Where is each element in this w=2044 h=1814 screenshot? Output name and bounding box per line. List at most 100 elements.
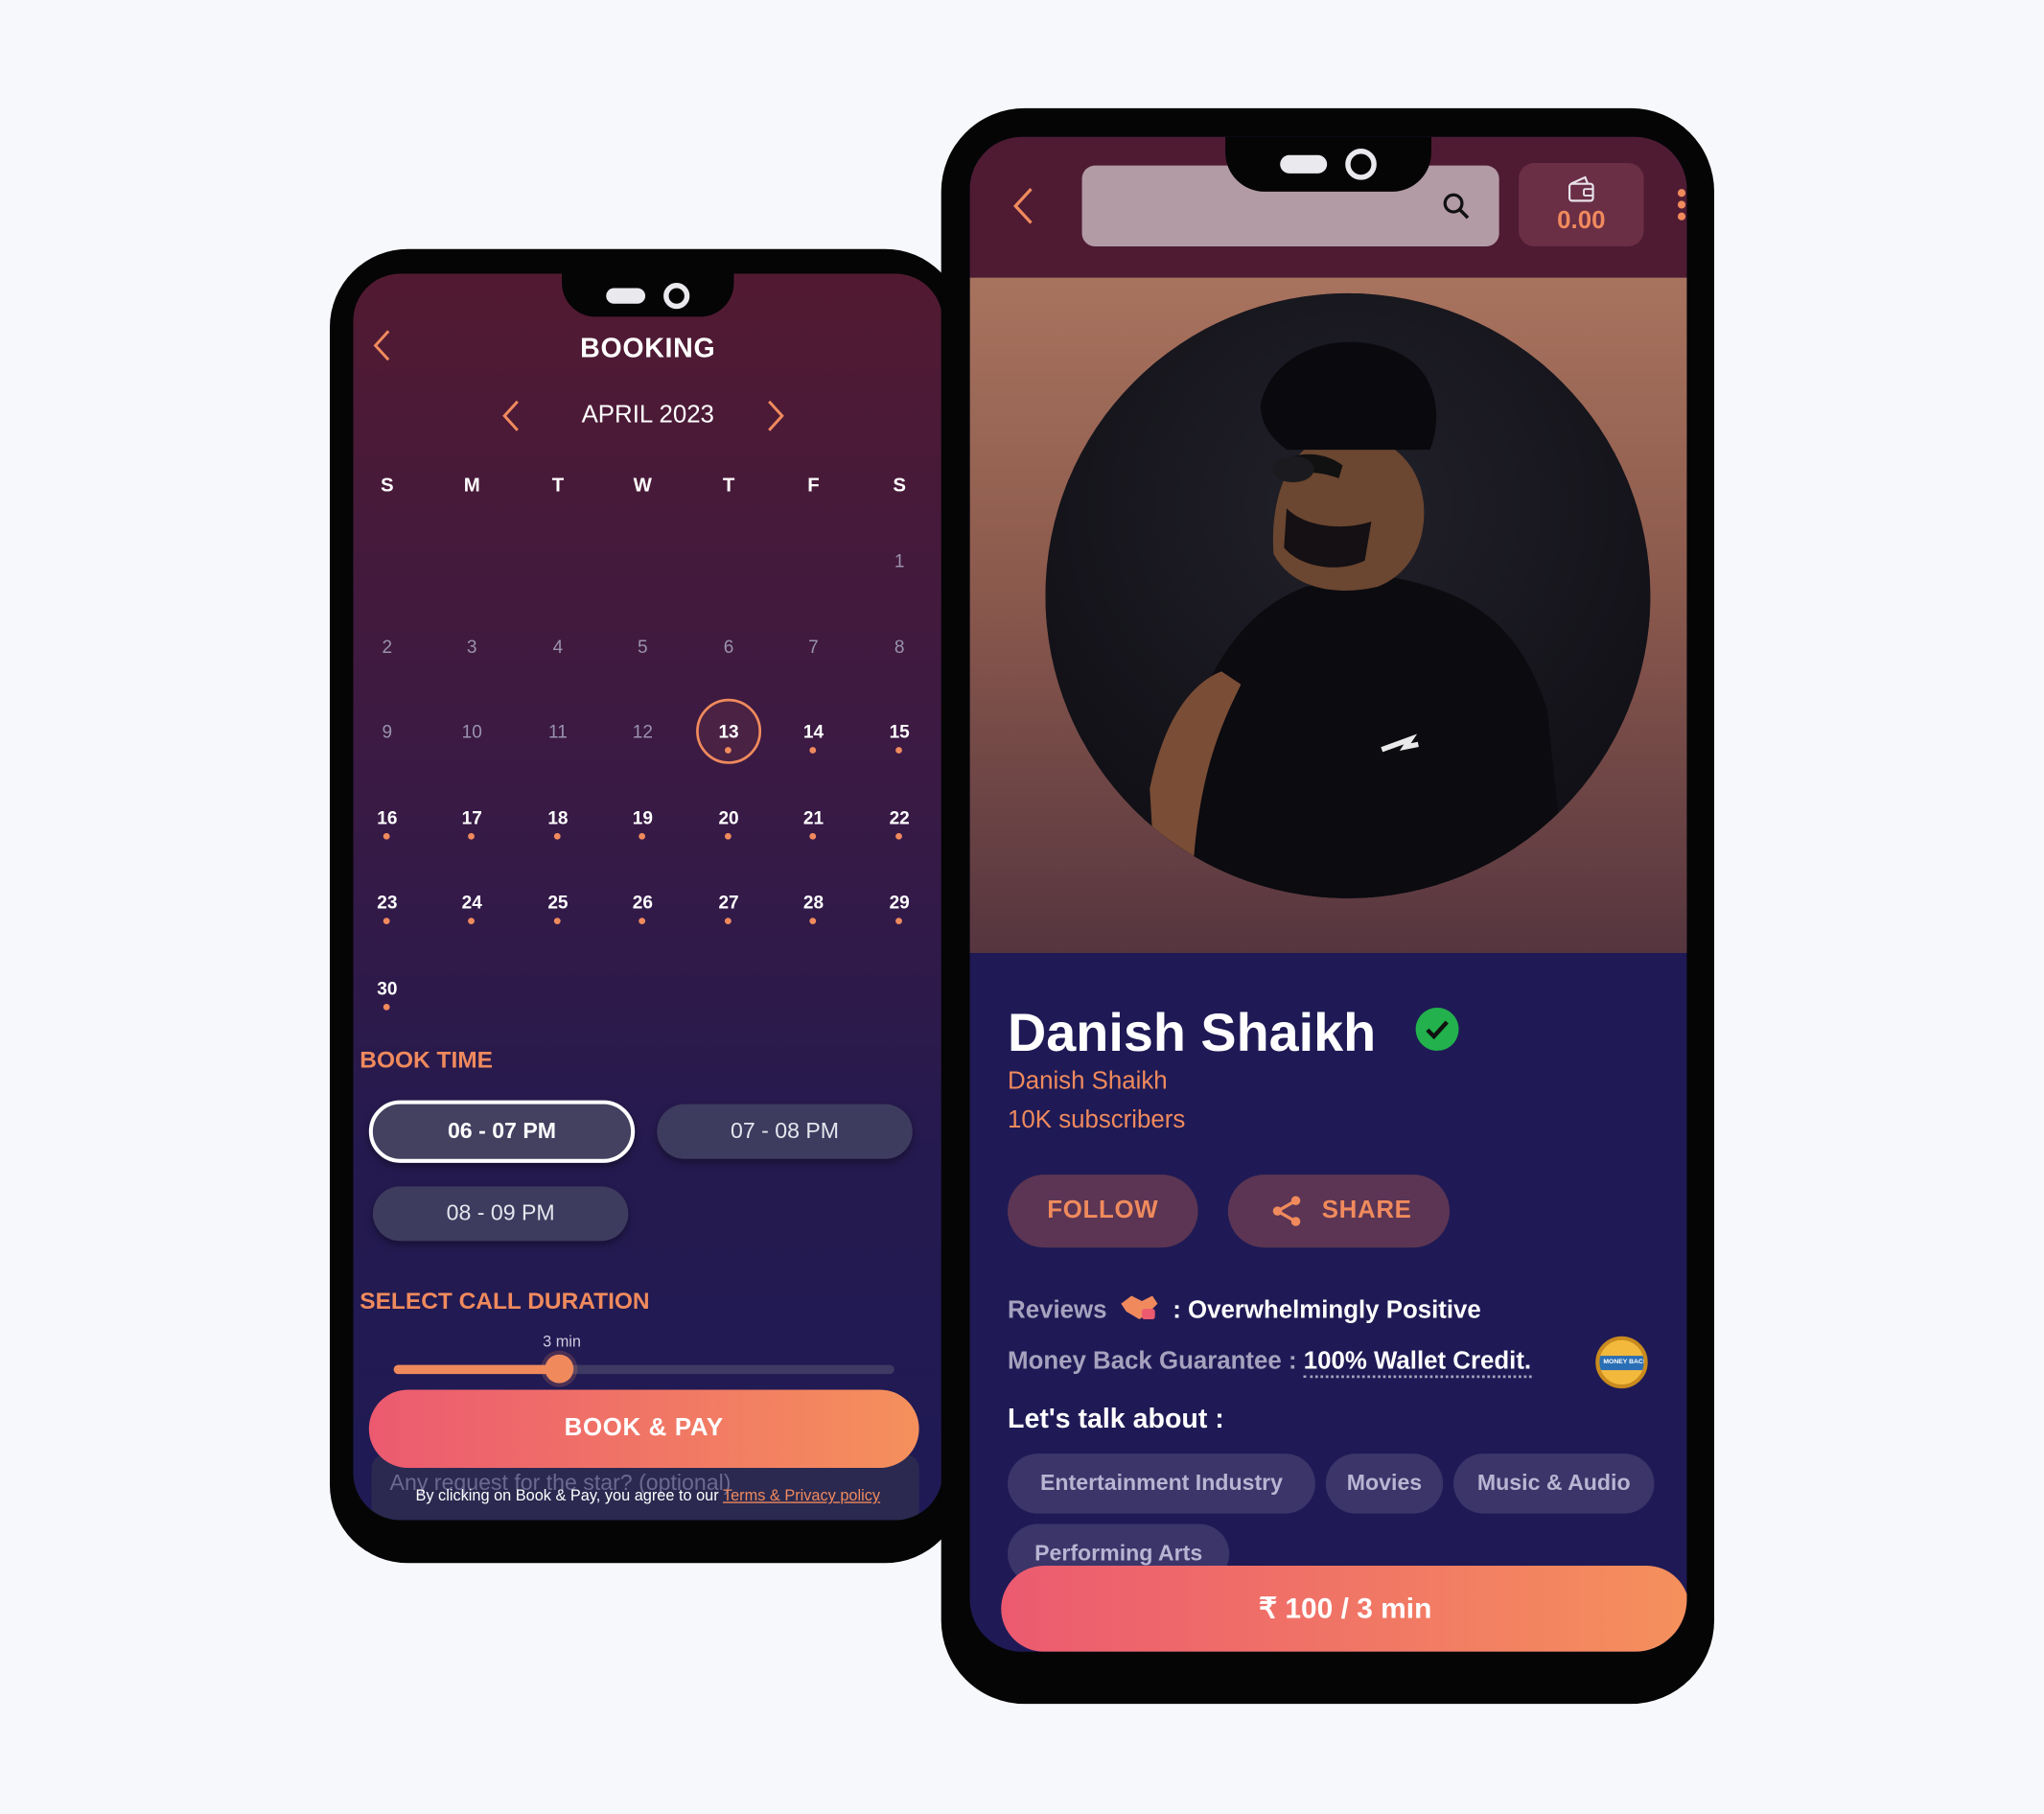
calendar-day: 9 — [353, 706, 426, 757]
calendar-day-number: 8 — [894, 636, 905, 658]
availability-dot — [468, 832, 475, 840]
calendar-day-number: 18 — [547, 806, 569, 828]
calendar-day-number: 4 — [552, 636, 564, 658]
calendar-day-number: 3 — [466, 636, 477, 658]
calendar-day-number: 14 — [802, 720, 825, 742]
book-pay-button[interactable]: BOOK & PAY — [368, 1389, 919, 1469]
reviews-row: Reviews : Overwhelmingly Positive — [1008, 1291, 1481, 1326]
availability-dot — [895, 918, 902, 925]
weekday-label: S — [893, 474, 906, 498]
reviews-value: : Overwhelmingly Positive — [1173, 1296, 1481, 1325]
badge-text: MONEY BACK — [1599, 1356, 1644, 1371]
calendar-day-number: 10 — [461, 720, 482, 742]
calendar-day[interactable]: 21 — [775, 791, 853, 843]
calendar-day[interactable]: 23 — [353, 876, 426, 928]
share-label: SHARE — [1321, 1197, 1412, 1224]
time-slot-08-09[interactable]: 08 - 09 PM — [372, 1186, 629, 1242]
booking-screen: BOOKING APRIL 2023 S M T W T F S 1 2 3 4 5 6 7 8 9 10 11 1… — [353, 273, 943, 1521]
calendar-day-number: 12 — [632, 720, 653, 742]
page-title: BOOKING — [580, 334, 716, 364]
duration-slider-fill — [393, 1364, 559, 1375]
calendar-day[interactable]: 25 — [519, 876, 597, 928]
availability-dot — [895, 747, 902, 754]
calendar-day[interactable]: 17 — [432, 791, 511, 843]
weekday-label: S — [381, 474, 394, 498]
calendar-day[interactable]: 13 — [689, 698, 768, 764]
book-time-heading: BOOK TIME — [360, 1046, 493, 1074]
search-icon[interactable] — [1442, 192, 1471, 221]
share-button[interactable]: SHARE — [1227, 1174, 1450, 1248]
profile-handle: Danish Shaikh — [1008, 1067, 1168, 1096]
availability-dot — [383, 918, 390, 925]
guarantee-row: Money Back Guarantee : 100% Wallet Credi… — [1008, 1347, 1532, 1379]
topic-chip[interactable]: Music & Audio — [1453, 1454, 1655, 1514]
time-slot-06-07[interactable]: 06 - 07 PM — [368, 1100, 636, 1163]
calendar-day[interactable]: 28 — [775, 876, 853, 928]
verified-icon — [1415, 1008, 1459, 1051]
topic-chip[interactable]: Movies — [1325, 1454, 1444, 1514]
calendar-day[interactable]: 18 — [519, 791, 597, 843]
availability-dot — [809, 747, 817, 754]
booking-phone: BOOKING APRIL 2023 S M T W T F S 1 2 3 4 5 6 7 8 9 10 11 1… — [330, 248, 964, 1564]
duration-slider[interactable] — [393, 1354, 894, 1384]
wallet-button[interactable]: 0.00 — [1519, 162, 1644, 246]
calendar-day: 8 — [860, 620, 939, 672]
calendar-day-number: 27 — [718, 892, 739, 913]
calendar-day[interactable]: 22 — [860, 791, 939, 843]
calendar-day[interactable]: 29 — [860, 876, 939, 928]
availability-dot — [383, 832, 390, 840]
duration-slider-thumb[interactable] — [544, 1354, 573, 1384]
terms-link[interactable]: Terms & Privacy policy — [723, 1486, 880, 1504]
more-menu-icon[interactable] — [1677, 189, 1686, 221]
weekday-label: W — [633, 474, 652, 498]
calendar-day[interactable]: 27 — [689, 876, 768, 928]
calendar-day[interactable]: 24 — [432, 876, 511, 928]
calendar-day[interactable]: 20 — [689, 791, 768, 843]
calendar-day-number: 15 — [889, 720, 910, 742]
avatar — [1045, 292, 1651, 898]
calendar-day-number: 2 — [382, 636, 393, 658]
availability-dot — [383, 1003, 390, 1011]
time-slot-07-08[interactable]: 07 - 08 PM — [657, 1104, 913, 1159]
topic-chip[interactable]: Entertainment Industry — [1008, 1454, 1315, 1514]
profile-name: Danish Shaikh — [1008, 1002, 1377, 1063]
calendar-day-number: 6 — [723, 636, 734, 658]
calendar-day[interactable]: 19 — [604, 791, 683, 843]
share-icon — [1272, 1196, 1301, 1226]
back-chevron-icon[interactable] — [1011, 186, 1034, 225]
weekday-label: F — [807, 474, 820, 498]
notch — [1225, 136, 1431, 192]
guarantee-label: Money Back Guarantee : — [1008, 1347, 1297, 1376]
wallet-icon — [1568, 175, 1594, 202]
profile-phone: 0.00 Danish Shaikh Danish Shaikh 10K sub… — [941, 107, 1715, 1705]
talk-about-heading: Let's talk about : — [1008, 1404, 1224, 1434]
calendar-day: 4 — [519, 620, 597, 672]
guarantee-value[interactable]: 100% Wallet Credit. — [1303, 1347, 1532, 1379]
calendar-day: 2 — [353, 620, 426, 672]
calendar-day-number: 19 — [632, 806, 653, 828]
calendar-day-number: 11 — [548, 720, 568, 742]
availability-dot — [895, 832, 902, 840]
money-back-badge-icon: MONEY BACK — [1595, 1336, 1648, 1389]
calendar-day: 11 — [519, 706, 597, 757]
calendar-day: 6 — [689, 620, 768, 672]
calendar-day[interactable]: 14 — [775, 706, 853, 757]
calendar-day: 7 — [775, 620, 853, 672]
availability-dot — [809, 832, 817, 840]
calendar-day-number: 5 — [638, 636, 648, 658]
calendar-day-number: 29 — [889, 892, 910, 913]
calendar-day-number: 21 — [802, 806, 825, 828]
subscriber-count: 10K subscribers — [1008, 1106, 1186, 1134]
calendar-day[interactable]: 16 — [353, 791, 426, 843]
calendar-day[interactable]: 30 — [353, 962, 426, 1013]
next-month-icon[interactable] — [765, 399, 786, 432]
availability-dot — [639, 918, 646, 925]
calendar-day[interactable]: 15 — [860, 706, 939, 757]
weekday-label: M — [463, 474, 480, 498]
availability-dot — [468, 918, 475, 925]
follow-button[interactable]: FOLLOW — [1008, 1174, 1198, 1248]
reviews-label: Reviews — [1008, 1296, 1107, 1325]
price-button[interactable]: ₹ 100 / 3 min — [1001, 1565, 1687, 1652]
calendar-day[interactable]: 26 — [604, 876, 683, 928]
calendar-day-number: 23 — [377, 892, 398, 913]
